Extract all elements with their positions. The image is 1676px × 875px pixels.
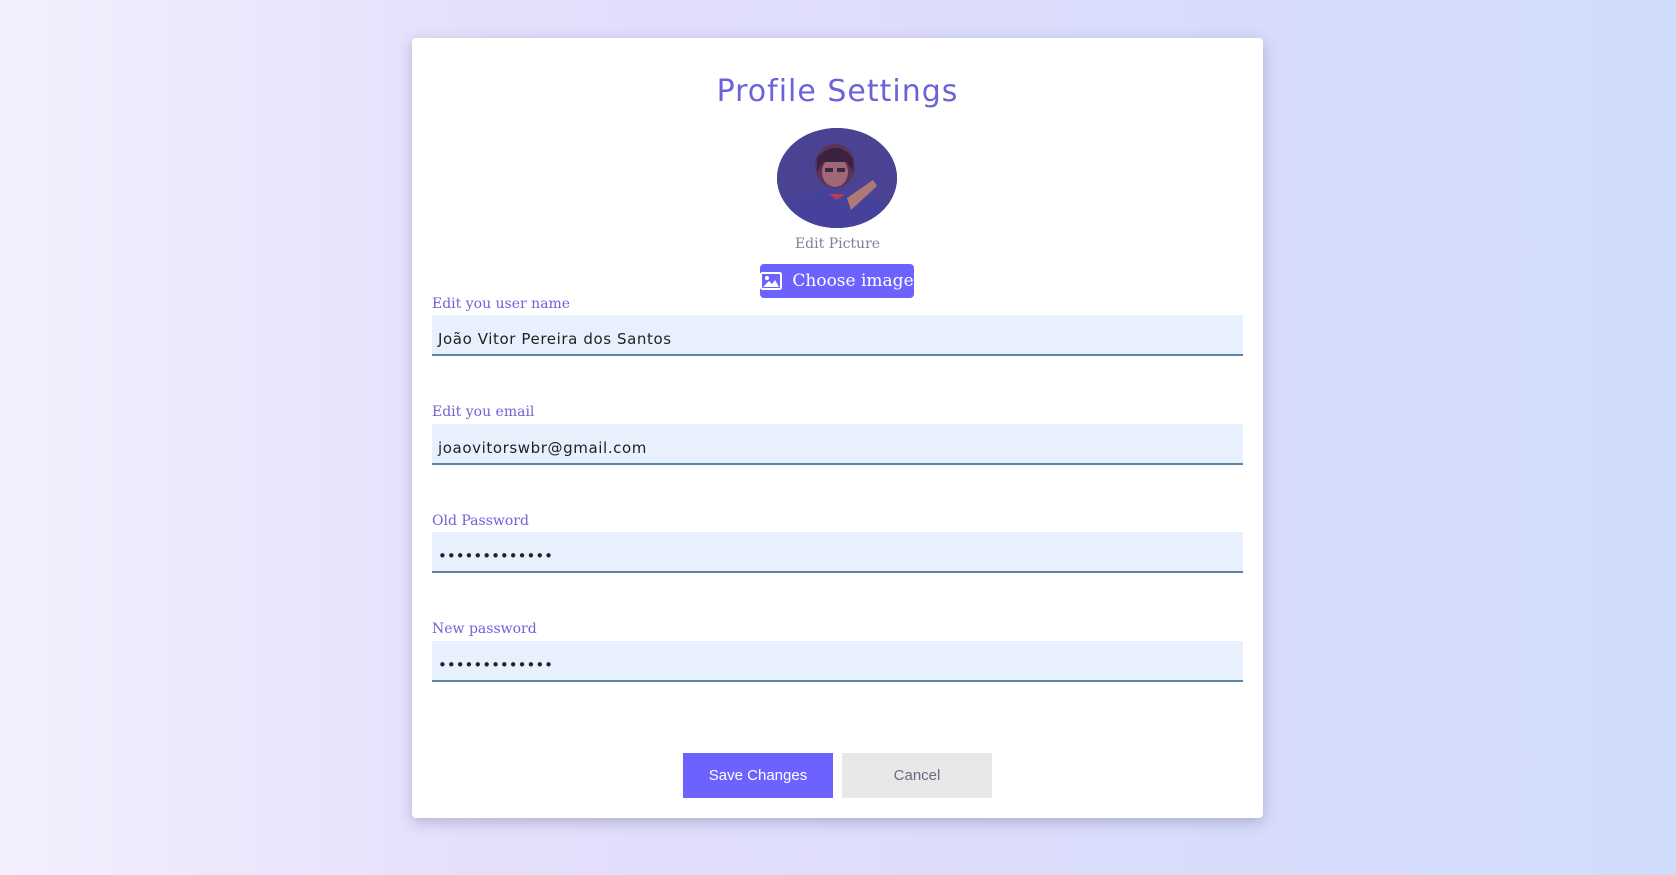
email-input[interactable]: joaovitorswbr@gmail.com — [432, 424, 1243, 465]
avatar-photo — [777, 128, 897, 228]
username-label: Edit you user name — [432, 296, 571, 312]
cancel-button[interactable]: Cancel — [842, 753, 992, 798]
old-password-label: Old Password — [432, 513, 529, 529]
old-password-input[interactable]: ••••••••••••• — [432, 532, 1243, 573]
image-icon — [760, 272, 783, 290]
email-label: Edit you email — [432, 404, 535, 420]
edit-picture-label: Edit Picture — [794, 236, 881, 252]
new-password-input[interactable]: ••••••••••••• — [432, 641, 1243, 682]
avatar — [777, 128, 897, 228]
save-changes-button[interactable]: Save Changes — [683, 753, 833, 798]
page-title: Profile Settings — [716, 74, 959, 109]
choose-image-label: Choose image — [792, 271, 914, 291]
new-password-label: New password — [432, 621, 537, 637]
username-input[interactable]: João Vitor Pereira dos Santos — [432, 315, 1243, 356]
choose-image-button[interactable]: Choose image — [760, 264, 914, 298]
profile-settings-card: Profile Settings Edit Picture Choose ima… — [412, 38, 1263, 818]
